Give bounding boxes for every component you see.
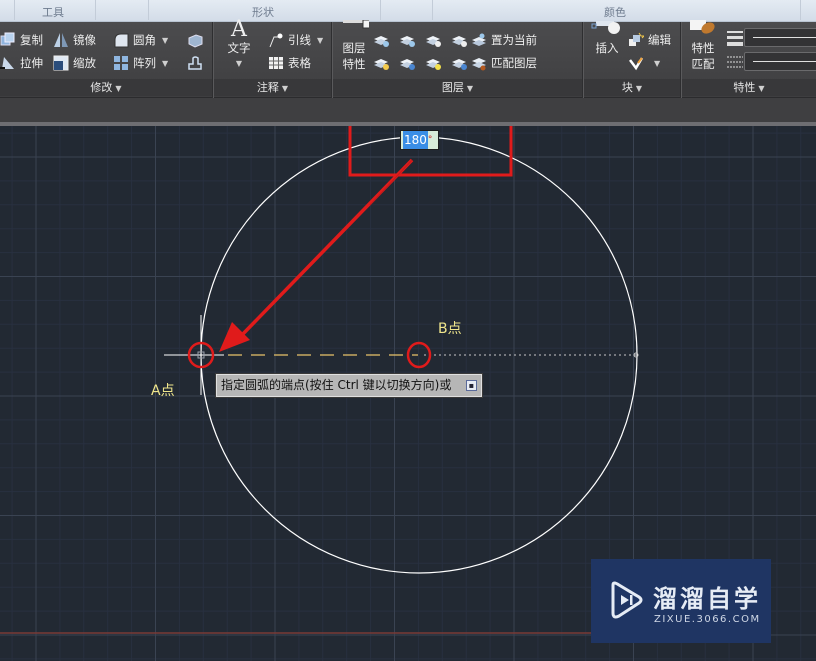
- 3d-tool-button[interactable]: [187, 32, 207, 48]
- ribbon-tab-strip: 工具 形状 颜色: [0, 0, 816, 22]
- copy-icon: [0, 32, 16, 48]
- fillet-button[interactable]: 圆角 ▼: [113, 32, 168, 48]
- array-button[interactable]: 阵列 ▼: [113, 55, 168, 71]
- chevron-down-icon: ▼: [281, 84, 289, 93]
- separator: [148, 0, 149, 20]
- point-a-label: A点: [151, 383, 175, 399]
- layer-unlock-icon[interactable]: [451, 55, 469, 71]
- linetype-select[interactable]: [744, 52, 816, 71]
- solid-edit-icon: [187, 32, 203, 48]
- chevron-down-icon[interactable]: ▼: [317, 36, 323, 45]
- panel-title-layers[interactable]: 图层 ▼: [333, 79, 582, 96]
- block-attribute-button[interactable]: ▼: [628, 55, 660, 71]
- chevron-down-icon: ▼: [758, 84, 765, 93]
- chevron-down-icon: ▼: [635, 84, 643, 93]
- insert-block-button[interactable]: 插入: [590, 20, 624, 56]
- panel-title-modify[interactable]: 修改 ▼: [0, 79, 212, 96]
- command-tooltip: 指定圆弧的端点(按住 Ctrl 键以切换方向)或 ▪: [215, 373, 483, 398]
- layer-unisolate-icon[interactable]: [399, 55, 417, 71]
- leader-button[interactable]: 引线 ▼: [268, 32, 323, 48]
- fillet-icon: [113, 32, 129, 48]
- play-logo-icon: [611, 581, 643, 619]
- panel-title-annotation[interactable]: 注释 ▼: [214, 79, 331, 96]
- tab-tools[interactable]: 工具: [42, 4, 64, 20]
- separator: [14, 0, 15, 20]
- separator: [800, 0, 801, 20]
- separator: [95, 0, 96, 20]
- layer-on-icon[interactable]: [373, 55, 391, 71]
- lineweight-icon: [727, 30, 743, 50]
- copy-button[interactable]: 复制: [0, 32, 43, 48]
- attribute-icon: [628, 55, 644, 71]
- panel-layers: 图层 特性 置为当前 匹配图层 图层 ▼: [333, 19, 584, 98]
- table-icon: [268, 55, 284, 71]
- linetype-icon: [727, 55, 743, 75]
- chevron-down-icon[interactable]: ▼: [162, 36, 168, 45]
- panel-modify: 复制 镜像 圆角 ▼ 拉伸 缩放 阵列 ▼ 修改 ▼: [0, 22, 214, 98]
- leader-icon: [268, 32, 284, 48]
- lineweight-select[interactable]: [744, 28, 816, 47]
- circle-shape: [200, 136, 638, 574]
- layer-off-icon[interactable]: [373, 32, 391, 48]
- block-edit-icon: [628, 32, 646, 48]
- set-current-layer-button[interactable]: 置为当前: [471, 32, 537, 48]
- chevron-down-icon[interactable]: ▼: [654, 59, 660, 68]
- chevron-down-icon: ▼: [466, 84, 474, 93]
- panel-title-properties[interactable]: 特性 ▼: [682, 79, 816, 96]
- arrow-tail: [369, 159, 413, 206]
- watermark-url: ZIXUE.3066.COM: [654, 614, 761, 625]
- layer-thaw-icon[interactable]: [425, 55, 443, 71]
- stretch-button[interactable]: 拉伸: [0, 55, 43, 71]
- layer-properties-button[interactable]: 图层 特性: [337, 19, 372, 72]
- layer-lock-icon[interactable]: [451, 32, 469, 48]
- tab-shapes[interactable]: 形状: [252, 4, 274, 20]
- panel-annotation: A 文字 ▼ 引线 ▼ 表格 注释 ▼: [214, 17, 333, 98]
- arrow-shaft: [238, 158, 414, 339]
- watermark-title: 溜溜自学: [653, 585, 761, 613]
- mirror-button[interactable]: 镜像: [53, 32, 96, 48]
- layer-match-icon: [471, 55, 487, 71]
- mirror-icon: [53, 32, 69, 48]
- highlight-circle-b: [406, 341, 432, 369]
- match-layer-button[interactable]: 匹配图层: [471, 55, 537, 71]
- match-properties-button[interactable]: 特性 匹配: [686, 20, 720, 72]
- panel-properties: 特性 匹配 特性 ▼: [682, 20, 816, 98]
- polyline-edit-icon: [187, 55, 203, 71]
- options-expand-icon[interactable]: ▪: [466, 380, 477, 391]
- stretch-icon: [0, 55, 16, 71]
- table-button[interactable]: 表格: [268, 55, 311, 71]
- layer-freeze-icon[interactable]: [425, 32, 443, 48]
- chevron-down-icon[interactable]: ▼: [222, 56, 256, 72]
- angle-input-field[interactable]: 180°: [400, 130, 439, 150]
- command-prompt-text: 指定圆弧的端点(按住 Ctrl 键以切换方向)或: [221, 378, 452, 392]
- edit-block-button[interactable]: 编辑: [628, 32, 671, 48]
- array-icon: [113, 55, 129, 71]
- separator: [380, 0, 381, 20]
- chevron-down-icon[interactable]: ▼: [162, 59, 168, 68]
- chevron-down-icon: ▼: [115, 84, 122, 93]
- scale-button[interactable]: 缩放: [53, 55, 96, 71]
- separator: [432, 0, 433, 20]
- point-b-label: B点: [438, 321, 462, 337]
- text-button[interactable]: A 文字 ▼: [222, 17, 256, 72]
- panel-title-block[interactable]: 块 ▼: [584, 79, 680, 96]
- degree-symbol: °: [427, 135, 433, 145]
- match-properties-icon: [686, 20, 720, 40]
- arrow-head: [219, 322, 250, 352]
- watermark-logo: 溜溜自学 ZIXUE.3066.COM: [591, 559, 771, 643]
- ribbon-spacer: [0, 98, 816, 122]
- tab-colors[interactable]: 颜色: [604, 4, 626, 20]
- insert-block-icon: [590, 20, 624, 40]
- angle-value[interactable]: 180: [403, 131, 428, 149]
- ribbon: 复制 镜像 圆角 ▼ 拉伸 缩放 阵列 ▼ 修改 ▼ A 文字 ▼ 引线 ▼ 表…: [0, 17, 816, 98]
- layer-current-icon: [471, 32, 487, 48]
- scale-icon: [53, 55, 69, 71]
- layer-isolate-icon[interactable]: [399, 32, 417, 48]
- edit-polyline-button[interactable]: [187, 55, 207, 71]
- layer-properties-icon: [337, 19, 372, 40]
- text-icon: A: [231, 17, 247, 42]
- panel-block: 插入 编辑 ▼ 块 ▼: [584, 20, 682, 98]
